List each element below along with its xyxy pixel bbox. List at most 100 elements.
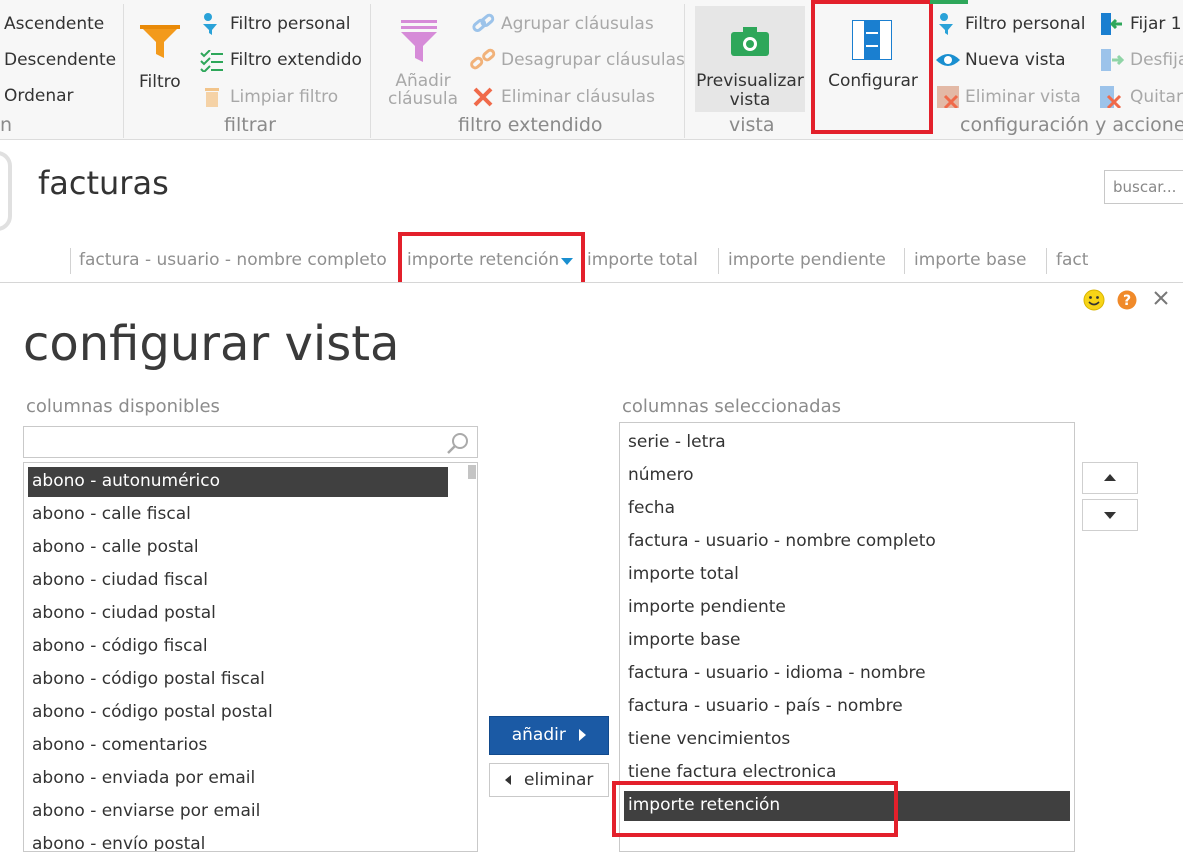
extended-filter-icon	[200, 50, 223, 72]
list-item[interactable]: abono - calle fiscal	[28, 500, 195, 530]
list-item[interactable]: abono - código fiscal	[28, 632, 212, 662]
delete-view-button[interactable]: Eliminar vista	[965, 87, 1081, 107]
extended-filter-button[interactable]: Filtro extendido	[230, 50, 362, 70]
column-header[interactable]: factura - usuario - nombre completo	[79, 250, 387, 270]
pin-column-icon	[1101, 13, 1122, 35]
selected-columns-label: columnas seleccionadas	[622, 396, 841, 417]
list-item[interactable]: factura - usuario - nombre completo	[624, 527, 940, 557]
remove-button[interactable]: Quitar	[1130, 87, 1183, 107]
column-header[interactable]: importe total	[587, 250, 698, 270]
ribbon-separator	[123, 4, 124, 138]
config-personal-filter-button[interactable]: Filtro personal	[965, 14, 1086, 34]
remove-label: eliminar	[524, 770, 594, 790]
personal-filter-icon	[203, 13, 217, 35]
list-item[interactable]: importe total	[624, 560, 743, 590]
sort-descending-button[interactable]: Descendente	[4, 50, 116, 70]
close-icon[interactable]	[1154, 291, 1168, 305]
caret-down-icon	[1104, 512, 1116, 519]
caret-left-icon	[504, 775, 511, 785]
list-item[interactable]: número	[624, 461, 698, 491]
ribbon-separator	[370, 4, 371, 138]
filter-label: Filtro	[139, 72, 181, 92]
camera-icon	[731, 27, 769, 56]
column-separator	[1046, 248, 1047, 274]
column-header[interactable]: fact	[1056, 250, 1088, 270]
sort-button[interactable]: Ordenar	[4, 86, 74, 106]
extended-filter-group-label: filtro extendido	[458, 114, 603, 136]
list-item[interactable]: abono - código postal postal	[28, 698, 277, 728]
list-item[interactable]: abono - calle postal	[28, 533, 203, 563]
filter-group-label: filtrar	[224, 114, 276, 136]
caret-right-icon	[579, 729, 587, 741]
search-icon	[447, 433, 468, 454]
list-item[interactable]: abono - autonumérico	[28, 467, 448, 497]
list-item[interactable]: abono - enviada por email	[28, 764, 259, 794]
group-clauses-button[interactable]: Agrupar cláusulas	[501, 14, 654, 34]
delete-view-icon	[937, 86, 959, 108]
column-separator	[718, 248, 719, 274]
list-item[interactable]: abono - ciudad fiscal	[28, 566, 212, 596]
list-item[interactable]: factura - usuario - país - nombre	[624, 692, 907, 722]
caret-up-icon	[1104, 474, 1116, 481]
page-title: facturas	[38, 164, 169, 202]
left-edge-decoration	[0, 141, 14, 281]
remove-button[interactable]: eliminar	[489, 763, 609, 797]
filter-button[interactable]: Filtro	[134, 20, 188, 96]
list-item[interactable]: abono - código postal fiscal	[28, 665, 269, 695]
svg-text:?: ?	[1123, 293, 1131, 309]
list-item[interactable]: importe pendiente	[624, 593, 790, 623]
view-group-label: vista	[729, 114, 775, 136]
list-item[interactable]: serie - letra	[624, 428, 730, 458]
list-item[interactable]: tiene vencimientos	[624, 725, 794, 755]
column-header[interactable]: importe pendiente	[728, 250, 886, 270]
available-columns-list[interactable]: abono - autonumérico abono - calle fisca…	[23, 462, 478, 852]
selected-item-highlight-box	[612, 781, 898, 837]
add-clause-button[interactable]: Añadir cláusula	[384, 16, 458, 110]
move-down-button[interactable]	[1082, 499, 1138, 531]
personal-filter-button[interactable]: Filtro personal	[230, 14, 351, 34]
active-indicator	[930, 0, 968, 4]
group-link-icon	[472, 13, 495, 32]
funnel-icon	[140, 25, 180, 58]
list-item[interactable]: factura - usuario - idioma - nombre	[624, 659, 930, 689]
add-button[interactable]: añadir	[489, 716, 609, 755]
list-item[interactable]: abono - ciudad postal	[28, 599, 220, 629]
trash-icon	[205, 88, 219, 107]
sort-ascending-button[interactable]: Ascendente	[4, 14, 104, 34]
pin-button[interactable]: Fijar 1 c	[1130, 14, 1183, 34]
personal-filter-icon	[939, 13, 953, 35]
list-item[interactable]: abono - comentarios	[28, 731, 211, 761]
ungroup-clauses-button[interactable]: Desagrupar cláusulas	[501, 50, 685, 70]
delete-clauses-button[interactable]: Eliminar cláusulas	[501, 87, 655, 107]
move-up-button[interactable]	[1082, 462, 1138, 494]
list-item[interactable]: abono - envío postal	[28, 830, 209, 851]
smiley-icon[interactable]	[1083, 289, 1105, 311]
help-icon[interactable]: ?	[1117, 290, 1137, 310]
list-item[interactable]: fecha	[624, 494, 679, 524]
ribbon-separator	[684, 4, 685, 138]
preview-view-label: Previsualizar vista	[696, 71, 804, 110]
ribbon-toolbar: Ascendente Descendente Ordenar n Filtro …	[0, 0, 1183, 140]
sort-group-label: n	[0, 114, 13, 136]
clear-filter-button[interactable]: Limpiar filtro	[230, 87, 338, 107]
column-separator	[70, 248, 71, 274]
preview-view-button[interactable]: Previsualizar vista	[695, 6, 805, 112]
new-view-button[interactable]: Nueva vista	[965, 50, 1066, 70]
configure-highlight-box	[811, 0, 933, 134]
search-input[interactable]: buscar...	[1104, 170, 1183, 204]
ungroup-link-icon	[470, 48, 496, 70]
available-columns-label: columnas disponibles	[26, 396, 220, 417]
delete-x-icon	[473, 87, 493, 107]
add-clause-label: Añadir cláusula	[388, 71, 459, 109]
remove-column-icon	[1100, 86, 1122, 108]
list-item[interactable]: abono - enviarse por email	[28, 797, 264, 827]
add-label: añadir	[511, 725, 566, 745]
scrollbar-thumb[interactable]	[468, 465, 476, 479]
config-group-label: configuración y acciones	[960, 114, 1183, 136]
column-header[interactable]: importe base	[914, 250, 1027, 270]
eye-icon	[936, 54, 960, 66]
available-search-input[interactable]	[23, 426, 478, 458]
add-clause-funnel-icon	[401, 20, 437, 62]
unpin-button[interactable]: Desfijar	[1130, 50, 1183, 70]
list-item[interactable]: importe base	[624, 626, 745, 656]
